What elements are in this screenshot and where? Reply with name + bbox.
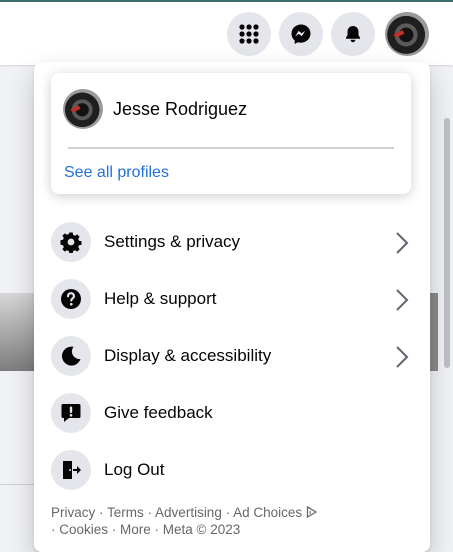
menu-item-settings-privacy[interactable]: Settings & privacy [51,220,411,264]
bell-icon [346,26,360,43]
see-all-profiles-link[interactable]: See all profiles [64,164,169,182]
menu-item-give-feedback[interactable]: Give feedback [51,391,411,435]
profile-card: Jesse Rodriguez See all profiles [51,73,411,194]
chevron-right-icon [396,346,409,368]
footer-link-privacy[interactable]: Privacy [51,505,95,520]
chevron-right-icon [396,289,409,311]
feedback-icon [61,404,81,422]
footer-copyright: Meta © 2023 [162,522,241,537]
gear-icon [60,232,82,253]
account-dropdown: Jesse Rodriguez See all profiles Setting… [34,62,430,552]
profile-divider [68,147,394,149]
top-navigation-bar [0,0,453,65]
menu-button[interactable] [227,12,271,56]
menu-grid-icon [239,24,259,44]
profile-name: Jesse Rodriguez [113,98,248,119]
messenger-button[interactable] [279,12,323,56]
logout-icon [63,461,81,479]
notifications-button[interactable] [331,12,375,56]
menu-item-help-support[interactable]: Help & support [51,277,411,321]
menu-item-label: Help & support [104,289,217,308]
menu-item-label: Log Out [104,460,165,479]
background-scrollbar[interactable] [444,118,450,368]
footer-link-cookies[interactable]: Cookies [59,522,108,537]
menu-item-display-accessibility[interactable]: Display & accessibility [51,334,411,378]
profile-avatar [63,89,103,129]
footer-link-terms[interactable]: Terms [107,505,144,520]
menu-item-label: Display & accessibility [104,346,272,365]
profile-row[interactable]: Jesse Rodriguez [63,89,247,129]
chevron-right-icon [396,232,409,254]
footer-link-advertising[interactable]: Advertising [155,505,222,520]
ad-choices-icon [306,505,318,519]
messenger-icon [291,24,311,44]
account-avatar[interactable] [385,12,429,56]
menu-item-label: Settings & privacy [104,232,241,251]
menu-item-label: Give feedback [104,403,213,422]
menu-item-log-out[interactable]: Log Out [51,448,411,492]
moon-icon [61,346,81,366]
footer-link-more[interactable]: More [120,522,151,537]
footer-link-ad-choices[interactable]: Ad Choices [233,505,302,520]
question-icon [61,289,81,309]
footer-links: Privacy · Terms · Advertising · Ad Choic… [51,504,401,538]
